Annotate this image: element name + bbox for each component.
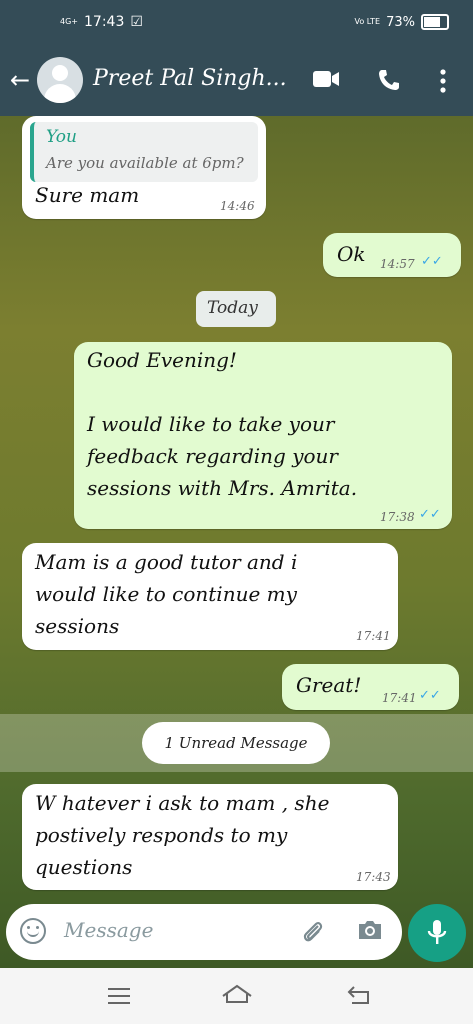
message-text: Ok (337, 242, 366, 266)
mic-button[interactable] (408, 904, 466, 962)
message-time: 17:38 (380, 510, 415, 524)
menu-icon[interactable] (106, 986, 132, 1006)
chat-header: ← Preet Pal Singh... (0, 50, 473, 116)
message-text: Sure mam (35, 183, 140, 207)
chat-background: You Are you available at 6pm? Sure mam 1… (0, 116, 473, 968)
more-vertical-icon[interactable] (438, 68, 448, 94)
network-indicator: 4G+ (60, 17, 78, 26)
message-text: W hatever i ask to mam , she postively r… (35, 791, 330, 879)
message-time: 17:41 (382, 691, 417, 705)
incoming-message[interactable]: Mam is a good tutor and i would like to … (22, 543, 398, 650)
read-ticks-icon: ✓✓ (419, 688, 441, 703)
notification-icon: ☑ (130, 14, 143, 30)
phone-icon[interactable] (377, 68, 401, 92)
status-time: 17:43 (84, 14, 125, 30)
message-text: Good Evening! I would like to take your … (87, 348, 358, 500)
outgoing-message[interactable]: Good Evening! I would like to take your … (74, 342, 452, 529)
status-left: 4G+ 17:43 ☑ (60, 14, 143, 30)
message-input[interactable]: Message (64, 918, 153, 942)
message-time: 14:57 (380, 257, 415, 271)
incoming-message[interactable]: W hatever i ask to mam , she postively r… (22, 784, 398, 890)
mic-icon (427, 920, 447, 944)
home-icon[interactable] (220, 982, 254, 1006)
message-time: 17:41 (356, 629, 391, 643)
avatar-icon[interactable] (37, 57, 83, 103)
quote-text: Are you available at 6pm? (46, 154, 244, 172)
volte-indicator: Vo LTE (354, 17, 381, 26)
battery-percent: 73% (386, 14, 415, 30)
incoming-message[interactable]: You Are you available at 6pm? Sure mam 1… (22, 116, 266, 219)
system-nav-bar (0, 968, 473, 1024)
emoji-icon[interactable] (20, 918, 46, 944)
battery-icon (421, 14, 449, 30)
date-chip: Today (196, 291, 276, 327)
read-ticks-icon: ✓✓ (419, 507, 441, 522)
contact-name[interactable]: Preet Pal Singh... (93, 66, 287, 91)
video-call-icon[interactable] (312, 68, 340, 90)
attach-icon[interactable] (300, 918, 326, 946)
read-ticks-icon: ✓✓ (421, 254, 443, 269)
back-nav-icon[interactable] (346, 984, 374, 1006)
unread-label: 1 Unread Message (142, 722, 330, 764)
message-text: Mam is a good tutor and i would like to … (35, 550, 298, 638)
camera-icon[interactable] (356, 918, 384, 942)
outgoing-message[interactable]: Ok 14:57 ✓✓ (323, 233, 461, 277)
message-time: 14:46 (220, 199, 255, 213)
quote-author: You (46, 127, 77, 147)
status-right: Vo LTE 73% (354, 14, 449, 30)
message-time: 17:43 (356, 870, 391, 884)
outgoing-message[interactable]: Great! 17:41 ✓✓ (282, 664, 459, 710)
reply-quote[interactable]: You Are you available at 6pm? (30, 122, 258, 182)
message-text: Great! (296, 673, 362, 697)
back-arrow-icon[interactable]: ← (10, 66, 30, 94)
date-chip-label: Today (207, 298, 258, 318)
message-composer[interactable]: Message (6, 904, 402, 960)
status-bar: 4G+ 17:43 ☑ Vo LTE 73% (0, 0, 473, 50)
